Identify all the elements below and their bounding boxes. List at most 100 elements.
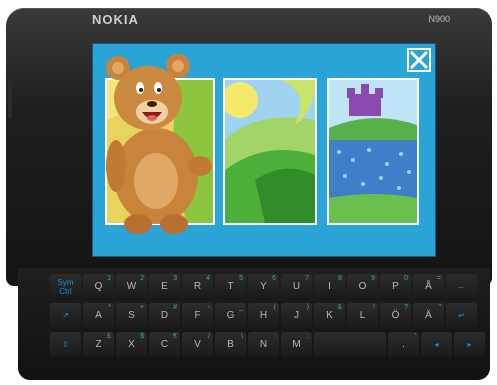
space-key[interactable] xyxy=(314,332,386,357)
key-label: L xyxy=(359,310,366,321)
key-alt-label: 3 xyxy=(173,275,177,282)
key[interactable]: H( xyxy=(248,303,279,328)
key[interactable]: L! xyxy=(347,303,378,328)
close-button[interactable] xyxy=(407,48,431,72)
key[interactable]: T5 xyxy=(215,274,246,299)
key[interactable]: X $ xyxy=(116,332,147,357)
key[interactable]: A * xyxy=(83,303,114,328)
key[interactable]: ← xyxy=(446,274,477,299)
key-alt-label: ) xyxy=(306,304,309,311)
key-label: J xyxy=(294,310,299,321)
key-alt-label: € xyxy=(173,333,177,340)
key[interactable]: W2 xyxy=(116,274,147,299)
key-label: D xyxy=(160,310,169,321)
key-alt-label: $ xyxy=(140,333,144,340)
key-label: R xyxy=(193,281,202,292)
key-alt-label: - xyxy=(207,304,210,311)
key-label: G xyxy=(226,310,235,321)
close-x-icon xyxy=(409,50,429,70)
key-alt-label: 6 xyxy=(272,275,276,282)
key-alt-label: 2 xyxy=(140,275,144,282)
phone-body: NOKIA N900 xyxy=(6,8,492,286)
key-label: Q xyxy=(94,281,103,292)
key-alt-label: 7 xyxy=(305,275,309,282)
key[interactable]: Ö? xyxy=(380,303,411,328)
key[interactable]: ↗ xyxy=(50,303,81,328)
key-alt-label: 1 xyxy=(107,275,111,282)
key[interactable]: E3 xyxy=(149,274,180,299)
model-label: N900 xyxy=(428,14,450,24)
key-label: S xyxy=(128,310,135,321)
key[interactable]: V / xyxy=(182,332,213,357)
key-alt-label: & xyxy=(337,304,342,311)
key-label: N xyxy=(259,339,268,350)
key[interactable]: P0 xyxy=(380,274,411,299)
key-alt-label: * xyxy=(108,304,111,311)
key-label: M xyxy=(292,339,301,350)
key[interactable]: F- xyxy=(182,303,213,328)
key-label: W xyxy=(126,281,137,292)
key[interactable]: ⇧ xyxy=(50,332,81,357)
key[interactable]: O9 xyxy=(347,274,378,299)
key-alt-label: £ xyxy=(107,333,111,340)
game-screen xyxy=(92,43,436,257)
key-label: E xyxy=(161,281,168,292)
key-label: H xyxy=(259,310,268,321)
key[interactable]: S + xyxy=(116,303,147,328)
key-label: Ä xyxy=(425,310,432,321)
key[interactable]: ▸ xyxy=(454,332,485,357)
key-label: O xyxy=(358,281,367,292)
key[interactable]: I8 xyxy=(314,274,345,299)
key-label: ◂ xyxy=(434,340,439,349)
key[interactable]: B \ xyxy=(215,332,246,357)
key-label: ↵ xyxy=(458,311,465,320)
key[interactable]: Ä " xyxy=(413,303,444,328)
key-label: ▸ xyxy=(467,340,472,349)
key-alt-label: ! xyxy=(373,304,375,311)
key-alt-label: 5 xyxy=(239,275,243,282)
key[interactable]: D # xyxy=(149,303,180,328)
key-alt-label: ( xyxy=(273,304,276,311)
key-alt-label: 4 xyxy=(206,275,210,282)
key[interactable]: R4 xyxy=(182,274,213,299)
keyboard-row-2: ↗ A * S + D # F - G _ H(J) K & L! Ö? Ä " ↵ xyxy=(50,303,477,328)
key[interactable]: Sym Ctrl xyxy=(50,274,81,299)
key-label: F xyxy=(194,310,201,321)
story-panel-castle-pond[interactable] xyxy=(327,78,419,225)
teddy-bear-character[interactable] xyxy=(96,46,216,238)
key[interactable]: ↵ xyxy=(446,303,477,328)
key-alt-label: 8 xyxy=(338,275,342,282)
key[interactable]: Y6 xyxy=(248,274,279,299)
key-alt-label: # xyxy=(173,304,177,311)
key-label: . xyxy=(402,339,405,350)
key[interactable]: . ' xyxy=(388,332,419,357)
key[interactable]: Z £ xyxy=(83,332,114,357)
key[interactable]: J) xyxy=(281,303,312,328)
brand-label: NOKIA xyxy=(92,12,139,27)
key-alt-label: = xyxy=(436,275,441,282)
key[interactable]: N: xyxy=(248,332,279,357)
key-alt-label: \ xyxy=(241,333,243,340)
key-alt-label: 9 xyxy=(371,275,375,282)
key-label: B xyxy=(227,339,234,350)
key-label: ↗ xyxy=(62,311,69,320)
key[interactable]: Å = xyxy=(413,274,444,299)
key-label: Ö xyxy=(391,310,400,321)
key[interactable]: U7 xyxy=(281,274,312,299)
key[interactable]: Q1 xyxy=(83,274,114,299)
key-label: K xyxy=(326,310,333,321)
key-label: P xyxy=(392,281,399,292)
key[interactable]: K & xyxy=(314,303,345,328)
key[interactable]: G _ xyxy=(215,303,246,328)
hardware-keyboard: Sym Ctrl Q 1 W 2 E 3 R 4 T 5 Y 6 U 7 I 8 O 9 P 0 Å = ← ↗ A * S + D # F… xyxy=(18,268,490,380)
key-alt-label: ' xyxy=(414,333,416,340)
key[interactable]: M; xyxy=(281,332,312,357)
key-alt-label: 0 xyxy=(404,275,408,282)
key[interactable]: ◂ xyxy=(421,332,452,357)
story-panel-green-hills[interactable] xyxy=(223,78,317,225)
key[interactable]: C € xyxy=(149,332,180,357)
key-alt-label: / xyxy=(208,333,210,340)
key-label: ← xyxy=(457,282,466,291)
keyboard-row-1: Sym Ctrl Q 1 W 2 E 3 R 4 T 5 Y 6 U 7 I 8 O 9 P 0 Å = ← xyxy=(50,274,477,299)
side-button[interactable] xyxy=(8,78,12,118)
